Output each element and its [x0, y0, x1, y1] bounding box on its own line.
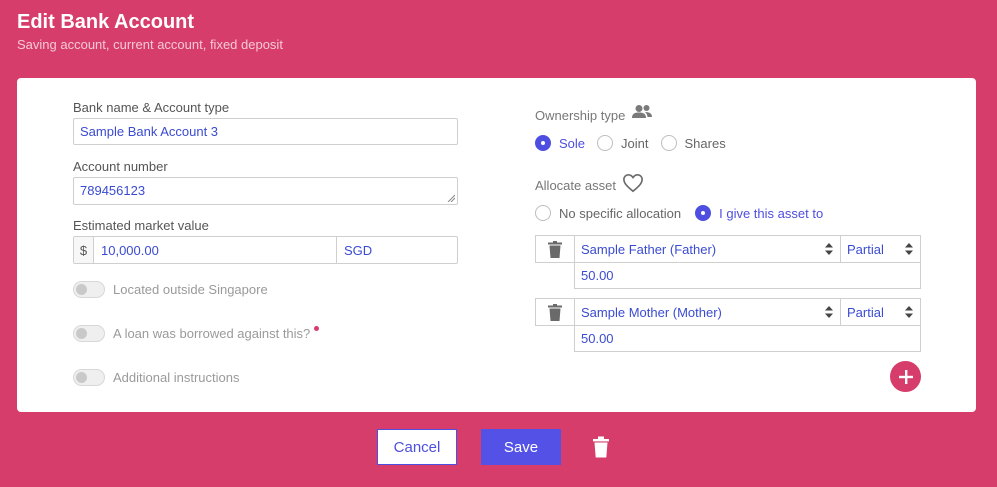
beneficiary-amount-input[interactable]: 50.00	[574, 262, 921, 289]
toggle-switch[interactable]	[73, 281, 105, 298]
trash-icon	[548, 240, 562, 258]
page-subtitle: Saving account, current account, fixed d…	[17, 37, 283, 52]
market-value-group: $ 10,000.00 SGD	[73, 236, 458, 264]
toggle-additional-instructions[interactable]: Additional instructions	[73, 369, 239, 386]
select-value: Partial	[847, 241, 884, 257]
select-arrows-icon	[905, 306, 913, 318]
currency-input[interactable]: SGD	[336, 237, 457, 263]
radio-label: Shares	[684, 135, 726, 151]
bank-name-input[interactable]: Sample Bank Account 3	[73, 118, 458, 145]
beneficiary-person-select[interactable]: Sample Father (Father)	[574, 235, 841, 263]
resize-grip-icon[interactable]	[447, 194, 455, 202]
radio-button[interactable]	[597, 135, 614, 151]
toggle-outside-singapore[interactable]: Located outside Singapore	[73, 281, 268, 298]
select-value: Sample Father (Father)	[581, 241, 717, 257]
radio-label: Sole	[559, 135, 586, 151]
plus-icon	[898, 369, 913, 384]
toggle-label: Located outside Singapore	[113, 282, 268, 297]
required-dot	[314, 326, 320, 331]
trash-icon	[548, 303, 562, 321]
beneficiary-row: Sample Mother (Mother) Partial 50.00	[535, 298, 921, 353]
toggle-switch[interactable]	[73, 369, 105, 386]
ownership-option-shares[interactable]: Shares	[660, 135, 726, 151]
market-value-label: Estimated market value	[73, 218, 209, 233]
page-header: Edit Bank Account Saving account, curren…	[17, 10, 283, 52]
toggle-loan-borrowed[interactable]: A loan was borrowed against this?	[73, 325, 320, 342]
cancel-button[interactable]: Cancel	[377, 429, 457, 465]
account-number-value: 789456123	[80, 183, 146, 198]
add-beneficiary-button[interactable]	[890, 361, 921, 392]
ownership-type-group: Sole Joint Shares	[535, 135, 738, 151]
radio-button[interactable]	[660, 135, 677, 151]
delete-icon[interactable]	[592, 436, 610, 458]
account-number-label: Account number	[73, 159, 168, 174]
select-value: Sample Mother (Mother)	[581, 304, 722, 320]
remove-beneficiary-button[interactable]	[535, 298, 575, 326]
radio-button[interactable]	[535, 135, 551, 151]
ownership-option-joint[interactable]: Joint	[597, 135, 649, 151]
allocate-asset-label: Allocate asset	[535, 173, 644, 193]
heart-icon	[623, 173, 643, 193]
people-icon	[632, 104, 653, 118]
ownership-type-label: Ownership type	[535, 104, 653, 123]
market-value-input[interactable]: 10,000.00	[94, 237, 336, 263]
toggle-label: Additional instructions	[113, 370, 240, 385]
beneficiary-row: Sample Father (Father) Partial 50.00	[535, 235, 921, 290]
remove-beneficiary-button[interactable]	[535, 235, 575, 263]
currency-symbol: $	[74, 237, 94, 263]
account-number-textarea[interactable]: 789456123	[73, 177, 458, 205]
allocation-group: No specific allocation I give this asset…	[535, 205, 835, 221]
radio-label: I give this asset to	[719, 205, 824, 221]
radio-button[interactable]	[535, 205, 551, 221]
ownership-type-text: Ownership type	[535, 108, 626, 123]
radio-button[interactable]	[695, 205, 712, 221]
toggle-switch[interactable]	[73, 325, 105, 342]
select-arrows-icon	[905, 243, 913, 255]
select-arrows-icon	[825, 243, 833, 255]
beneficiary-amount-input[interactable]: 50.00	[574, 325, 921, 352]
beneficiary-share-select[interactable]: Partial	[840, 235, 921, 263]
allocation-option-none[interactable]: No specific allocation	[535, 205, 681, 221]
save-button[interactable]: Save	[481, 429, 561, 465]
allocate-asset-text: Allocate asset	[535, 177, 616, 193]
radio-label: Joint	[621, 135, 649, 151]
toggle-label: A loan was borrowed against this?	[113, 326, 311, 341]
page-title: Edit Bank Account	[17, 11, 195, 33]
allocation-option-give[interactable]: I give this asset to	[695, 205, 823, 221]
bank-name-label: Bank name & Account type	[73, 100, 230, 115]
beneficiary-share-select[interactable]: Partial	[840, 298, 921, 326]
select-value: Partial	[847, 304, 884, 320]
radio-label: No specific allocation	[559, 205, 682, 221]
ownership-option-sole[interactable]: Sole	[535, 135, 585, 151]
select-arrows-icon	[825, 306, 833, 318]
beneficiary-person-select[interactable]: Sample Mother (Mother)	[574, 298, 841, 326]
form-card: Bank name & Account type Sample Bank Acc…	[17, 78, 976, 412]
